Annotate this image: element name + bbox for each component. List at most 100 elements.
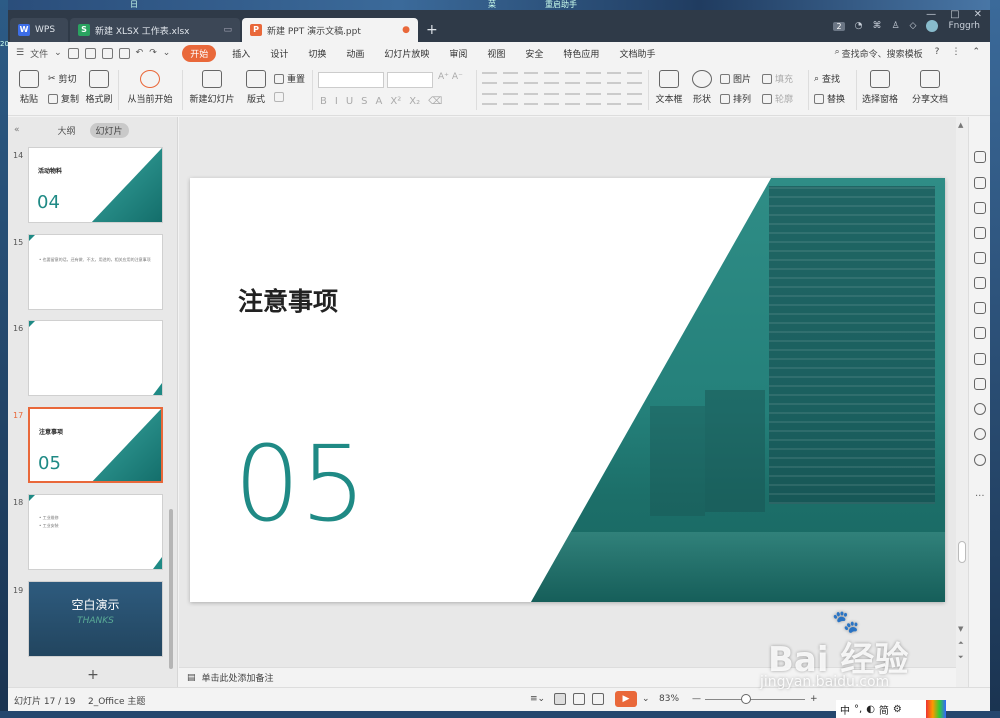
menu-tab-view[interactable]: 视图: [487, 47, 505, 60]
copy-button[interactable]: 复制: [48, 92, 79, 105]
save-icon[interactable]: [84, 47, 96, 59]
ime-toolbar[interactable]: 中 °, ◐ 简 ⚙: [836, 700, 926, 718]
chevron-down-icon[interactable]: ⌄: [54, 48, 62, 58]
play-from-current-button[interactable]: 从当前开始: [122, 70, 178, 105]
font-color-button[interactable]: A: [376, 96, 383, 107]
reset-button[interactable]: 重置: [274, 72, 305, 85]
tab-wps-home[interactable]: W WPS: [10, 18, 68, 42]
line-spacing-icon[interactable]: [565, 72, 580, 84]
slide-section-number[interactable]: 05: [234, 432, 366, 536]
maximize-button[interactable]: □: [950, 10, 959, 20]
chevron-down-icon[interactable]: ⌄: [163, 48, 171, 58]
skin-icon[interactable]: ◔: [855, 21, 863, 31]
zoom-in-button[interactable]: +: [810, 694, 818, 704]
slide-thumbnail-16[interactable]: [28, 320, 163, 396]
menu-tab-features[interactable]: 特色应用: [563, 47, 599, 60]
tab-screen-icon[interactable]: ▭: [223, 25, 232, 35]
menu-tab-insert[interactable]: 插入: [232, 47, 250, 60]
theme-name[interactable]: 2_Office 主题: [88, 694, 145, 707]
numbering-icon[interactable]: [502, 72, 518, 84]
menu-tab-doc-assistant[interactable]: 文档助手: [619, 47, 655, 60]
para-more-icon[interactable]: [606, 93, 622, 105]
more-icon[interactable]: ⋮: [951, 47, 960, 60]
star-icon[interactable]: [974, 277, 986, 289]
close-button[interactable]: ✕: [974, 10, 982, 20]
slide-thumbnail-15[interactable]: • 也要留意的话，还有做、不太，用途的，相关应用的注意事项: [28, 234, 163, 310]
slide-thumbnail-18[interactable]: • 工业维修 • 工业安装: [28, 494, 163, 570]
notes-placeholder[interactable]: 单击此处添加备注: [202, 671, 274, 684]
zoom-out-button[interactable]: —: [692, 694, 701, 704]
moon-icon[interactable]: ◐: [866, 704, 875, 715]
bold-button[interactable]: B: [320, 96, 327, 107]
superscript-button[interactable]: X²: [390, 96, 401, 107]
bullets-icon[interactable]: [482, 72, 497, 84]
punctuation-icon[interactable]: °,: [854, 704, 862, 715]
search-icon[interactable]: ⌕: [835, 47, 840, 60]
font-grow-shrink[interactable]: A⁺ A⁻: [438, 72, 463, 82]
menu-tab-review[interactable]: 审阅: [449, 47, 467, 60]
font-family-select[interactable]: [318, 72, 384, 88]
columns-icon[interactable]: [585, 72, 601, 84]
selection-pane-button[interactable]: 选择窗格: [860, 70, 900, 105]
shape-button[interactable]: 形状: [688, 70, 716, 105]
align-center-icon[interactable]: [502, 93, 518, 105]
prev-slide-icon[interactable]: ⏶: [958, 639, 964, 648]
indent-icon[interactable]: [523, 72, 539, 84]
align-text-icon[interactable]: [627, 72, 642, 84]
audio-icon[interactable]: [974, 378, 986, 390]
zoom-knob[interactable]: [741, 694, 751, 704]
export-icon[interactable]: [974, 327, 986, 339]
image-icon[interactable]: [974, 353, 986, 365]
smartart-icon[interactable]: [585, 93, 601, 105]
underline-button[interactable]: U: [346, 96, 353, 107]
text-box-button[interactable]: 文本框: [652, 70, 686, 105]
tab-ppt[interactable]: P 新建 PPT 演示文稿.ppt ●: [242, 18, 418, 42]
box-icon[interactable]: [974, 302, 986, 314]
slideshow-button[interactable]: ▶: [615, 691, 637, 707]
menu-tab-animation[interactable]: 动画: [346, 47, 364, 60]
next-slide-icon[interactable]: ⏷: [958, 653, 964, 662]
zoom-level[interactable]: 83%: [659, 694, 679, 704]
align-right-icon[interactable]: [523, 93, 539, 105]
minimize-button[interactable]: —: [926, 10, 936, 20]
magic-icon[interactable]: [974, 151, 986, 163]
align-left-icon[interactable]: [482, 93, 497, 105]
find-button[interactable]: ⌕ 查找: [814, 72, 840, 86]
username[interactable]: Fnggrh: [948, 21, 980, 31]
layout-button[interactable]: 版式: [242, 70, 270, 105]
menu-tab-home[interactable]: 开始: [182, 44, 217, 62]
preview-icon[interactable]: [118, 47, 130, 59]
reading-view-icon[interactable]: [592, 693, 604, 705]
history-icon[interactable]: [974, 428, 986, 440]
replace-button[interactable]: 替换: [814, 92, 845, 105]
help-button[interactable]: ?: [935, 47, 940, 60]
menu-tab-transition[interactable]: 切换: [308, 47, 326, 60]
chevron-down-icon[interactable]: ⌄: [642, 694, 650, 704]
font-size-select[interactable]: [387, 72, 433, 88]
cut-button[interactable]: ✂ 剪切: [48, 72, 77, 86]
ime-mode[interactable]: 中: [840, 702, 850, 717]
unsaved-dot-icon[interactable]: ●: [402, 25, 410, 35]
window-count-badge[interactable]: 2: [833, 21, 845, 31]
open-icon[interactable]: [67, 47, 79, 59]
command-search[interactable]: 查找命令、搜索模板: [842, 47, 923, 60]
distribute-icon[interactable]: [565, 93, 580, 105]
add-slide-button[interactable]: +: [8, 667, 178, 687]
scrollbar-thumb[interactable]: [958, 541, 966, 563]
clear-format-icon[interactable]: ⌫: [428, 96, 442, 107]
section-button[interactable]: [274, 92, 284, 102]
template-icon[interactable]: [974, 252, 986, 264]
collapse-ribbon-icon[interactable]: ⌃: [972, 47, 980, 60]
shirt-icon[interactable]: ♙: [891, 21, 899, 31]
paste-button[interactable]: 粘贴: [14, 70, 44, 105]
outdent-icon[interactable]: [544, 72, 559, 84]
zoom-slider[interactable]: [705, 699, 805, 700]
valign-icon[interactable]: [627, 93, 642, 105]
slide-thumbnail-14[interactable]: 活动物料 04: [28, 147, 163, 223]
new-slide-button[interactable]: 新建幻灯片: [186, 70, 238, 105]
file-menu[interactable]: 文件: [30, 47, 48, 60]
adjust-icon[interactable]: [974, 227, 986, 239]
slide-thumbnail-19[interactable]: 空白演示 THANKS: [28, 581, 163, 657]
avatar[interactable]: [926, 20, 939, 32]
print-icon[interactable]: [101, 47, 113, 59]
